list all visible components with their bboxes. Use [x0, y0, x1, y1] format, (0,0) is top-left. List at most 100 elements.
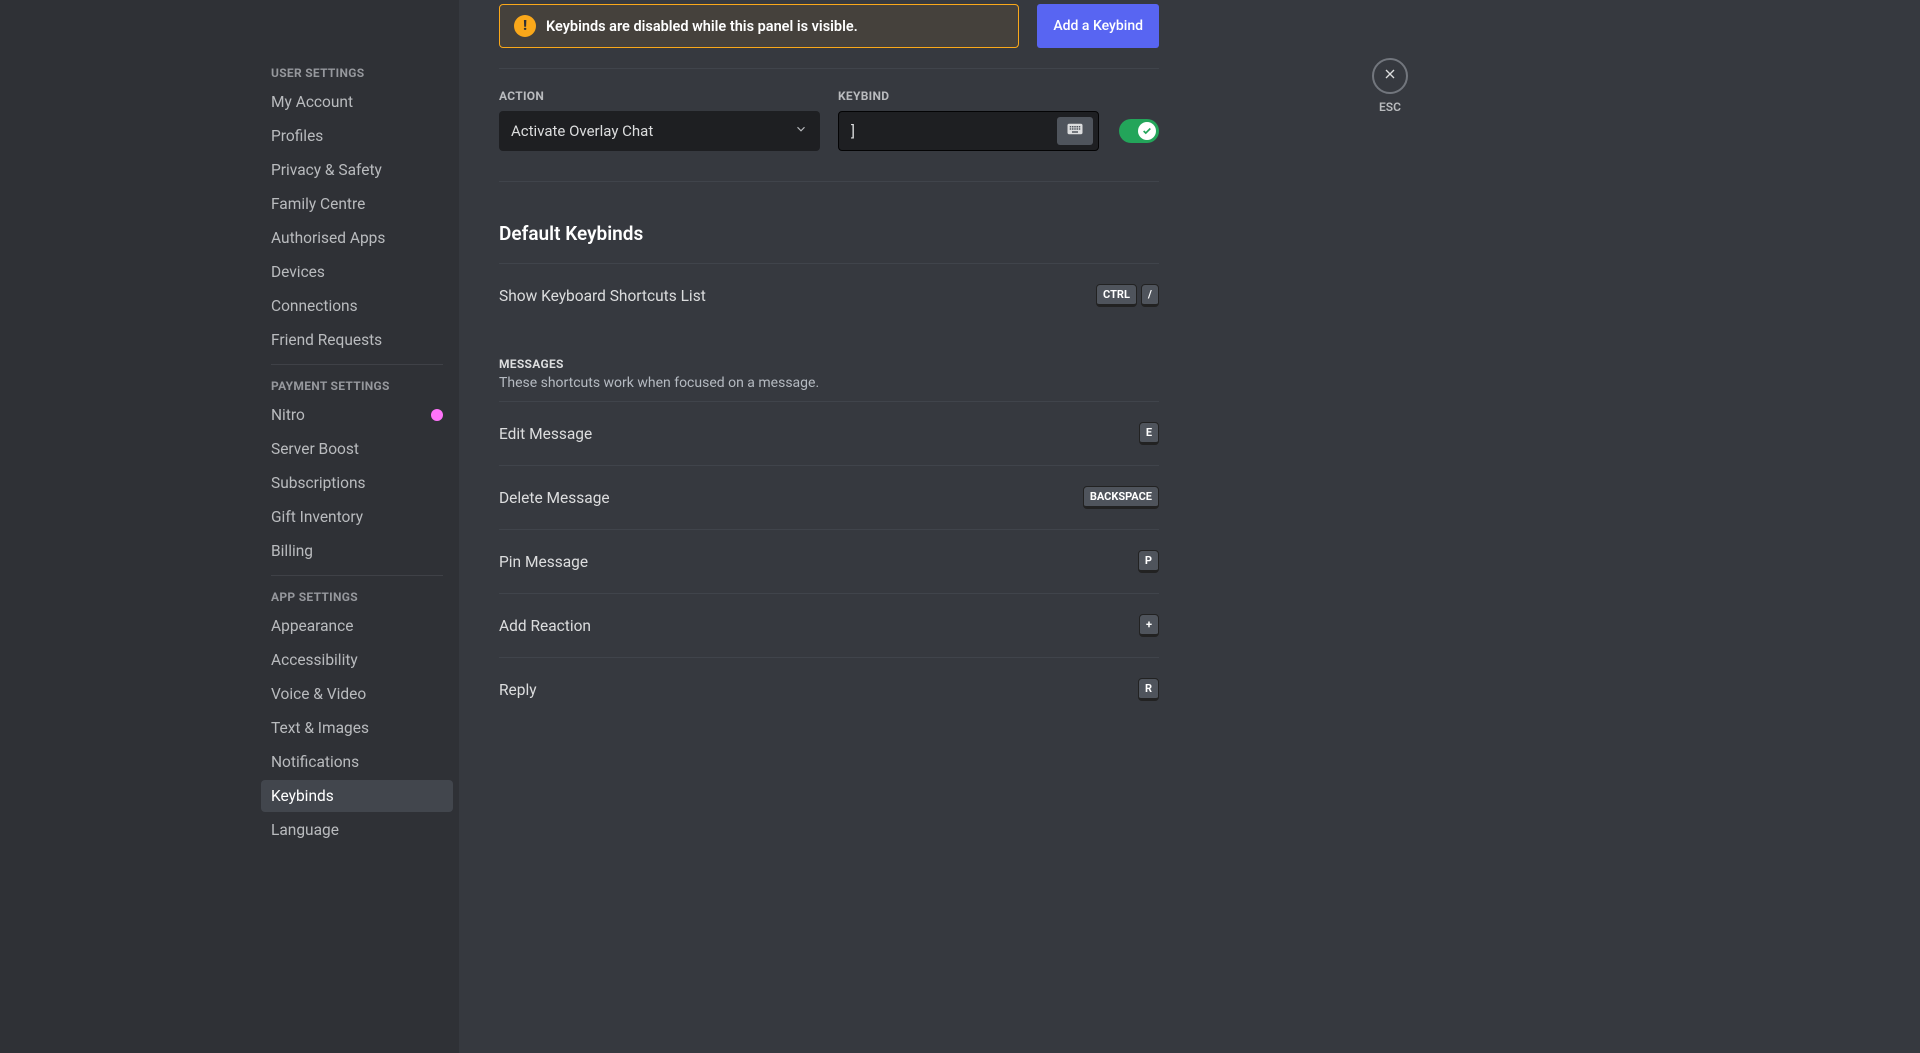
keybind-row-shortcuts-list: Show Keyboard Shortcuts List CTRL / — [499, 263, 1159, 327]
keybind-row-reaction: Add Reaction + — [499, 593, 1159, 657]
keybind-keys: R — [1138, 678, 1159, 701]
sidebar-item-label: Gift Inventory — [271, 508, 363, 526]
sidebar-item-label: Privacy & Safety — [271, 161, 382, 179]
keybind-row-label: Add Reaction — [499, 617, 591, 635]
action-field: Action Activate Overlay Chat — [499, 89, 820, 151]
keybind-row-edit: Edit Message E — [499, 401, 1159, 465]
nitro-badge-icon — [431, 409, 443, 421]
sidebar-item-server-boost[interactable]: Server Boost — [261, 433, 453, 465]
keybind-keys: E — [1139, 422, 1159, 445]
action-label: Action — [499, 89, 820, 103]
keybind-row-label: Show Keyboard Shortcuts List — [499, 287, 706, 305]
keybind-keys: P — [1138, 550, 1159, 573]
sidebar-item-label: Authorised Apps — [271, 229, 385, 247]
sidebar-item-billing[interactable]: Billing — [261, 535, 453, 567]
keybind-row-label: Edit Message — [499, 425, 592, 443]
sidebar-item-label: Connections — [271, 297, 358, 315]
messages-subsection: Messages These shortcuts work when focus… — [499, 327, 1159, 401]
sidebar-item-label: Server Boost — [271, 440, 359, 458]
sidebar-item-label: Appearance — [271, 617, 353, 635]
sidebar-item-text-images[interactable]: Text & Images — [261, 712, 453, 744]
sidebar-item-label: Text & Images — [271, 719, 369, 737]
action-select-value: Activate Overlay Chat — [511, 122, 653, 140]
keybind-value: ] — [851, 122, 1057, 140]
sidebar-item-voice-video[interactable]: Voice & Video — [261, 678, 453, 710]
add-keybind-button[interactable]: Add a Keybind — [1037, 4, 1159, 48]
keybind-input[interactable]: ] — [838, 111, 1099, 151]
left-gutter — [0, 0, 247, 1053]
sidebar-item-privacy[interactable]: Privacy & Safety — [261, 154, 453, 186]
sidebar-item-label: Accessibility — [271, 651, 358, 669]
keybind-row-pin: Pin Message P — [499, 529, 1159, 593]
sidebar-item-friend-requests[interactable]: Friend Requests — [261, 324, 453, 356]
close-button[interactable] — [1372, 58, 1408, 94]
sidebar-item-label: Voice & Video — [271, 685, 366, 703]
divider — [271, 364, 443, 365]
warning-icon: ! — [514, 15, 536, 37]
sidebar-item-label: Friend Requests — [271, 331, 382, 349]
keybind-row-label: Pin Message — [499, 553, 588, 571]
sidebar-header-app: App Settings — [261, 584, 453, 610]
sidebar-item-nitro[interactable]: Nitro — [261, 399, 453, 431]
sidebar-item-label: Profiles — [271, 127, 323, 145]
keycap: E — [1139, 422, 1159, 445]
keybinds-panel: ! Keybinds are disabled while this panel… — [459, 0, 1199, 1053]
keybind-keys: CTRL / — [1096, 284, 1159, 307]
close-icon — [1382, 66, 1398, 86]
keycap: CTRL — [1096, 284, 1137, 307]
sidebar-item-language[interactable]: Language — [261, 814, 453, 846]
keybind-toggle[interactable] — [1119, 119, 1159, 143]
settings-sidebar: User Settings My Account Profiles Privac… — [247, 0, 459, 1053]
keybind-row-label: Reply — [499, 681, 537, 699]
default-keybinds-title: Default Keybinds — [499, 182, 1159, 263]
keycap: R — [1138, 678, 1159, 701]
warning-banner: ! Keybinds are disabled while this panel… — [499, 4, 1019, 48]
keycap: + — [1139, 614, 1159, 637]
sidebar-item-label: Language — [271, 821, 339, 839]
close-area: ESC — [1360, 58, 1420, 114]
action-select[interactable]: Activate Overlay Chat — [499, 111, 820, 151]
messages-title: Messages — [499, 357, 1159, 371]
sidebar-header-user: User Settings — [261, 60, 453, 86]
keybind-keys: BACKSPACE — [1083, 486, 1159, 509]
record-keybind-button[interactable] — [1057, 117, 1093, 145]
keybind-input-wrap: ] — [838, 111, 1159, 151]
messages-desc: These shortcuts work when focused on a m… — [499, 375, 1159, 391]
keybind-label: Keybind — [838, 89, 1159, 103]
keybind-row-delete: Delete Message BACKSPACE — [499, 465, 1159, 529]
sidebar-item-devices[interactable]: Devices — [261, 256, 453, 288]
toggle-thumb — [1138, 122, 1156, 140]
sidebar-item-my-account[interactable]: My Account — [261, 86, 453, 118]
sidebar-item-family[interactable]: Family Centre — [261, 188, 453, 220]
sidebar-item-label: Devices — [271, 263, 325, 281]
top-row: ! Keybinds are disabled while this panel… — [499, 4, 1159, 48]
sidebar-item-authorised-apps[interactable]: Authorised Apps — [261, 222, 453, 254]
content-area: ! Keybinds are disabled while this panel… — [459, 0, 1920, 1053]
esc-label: ESC — [1379, 100, 1401, 114]
sidebar-item-keybinds[interactable]: Keybinds — [261, 780, 453, 812]
sidebar-item-appearance[interactable]: Appearance — [261, 610, 453, 642]
sidebar-item-subscriptions[interactable]: Subscriptions — [261, 467, 453, 499]
sidebar-header-payment: Payment Settings — [261, 373, 453, 399]
sidebar-item-profiles[interactable]: Profiles — [261, 120, 453, 152]
keycap: / — [1141, 284, 1159, 307]
keyboard-icon — [1066, 120, 1084, 142]
keycap: BACKSPACE — [1083, 486, 1159, 509]
keybind-config-row: Action Activate Overlay Chat Keybind ] — [499, 69, 1159, 181]
sidebar-item-label: Notifications — [271, 753, 359, 771]
sidebar-item-label: Billing — [271, 542, 313, 560]
sidebar-item-label: Subscriptions — [271, 474, 366, 492]
divider — [271, 575, 443, 576]
keybind-row-reply: Reply R — [499, 657, 1159, 721]
keybind-row-label: Delete Message — [499, 489, 610, 507]
sidebar-item-gift-inventory[interactable]: Gift Inventory — [261, 501, 453, 533]
sidebar-item-label: Family Centre — [271, 195, 365, 213]
sidebar-item-label: My Account — [271, 93, 353, 111]
chevron-down-icon — [794, 122, 808, 140]
sidebar-item-notifications[interactable]: Notifications — [261, 746, 453, 778]
keybind-keys: + — [1139, 614, 1159, 637]
warning-text: Keybinds are disabled while this panel i… — [546, 18, 858, 35]
sidebar-item-label: Keybinds — [271, 787, 334, 805]
sidebar-item-connections[interactable]: Connections — [261, 290, 453, 322]
sidebar-item-accessibility[interactable]: Accessibility — [261, 644, 453, 676]
